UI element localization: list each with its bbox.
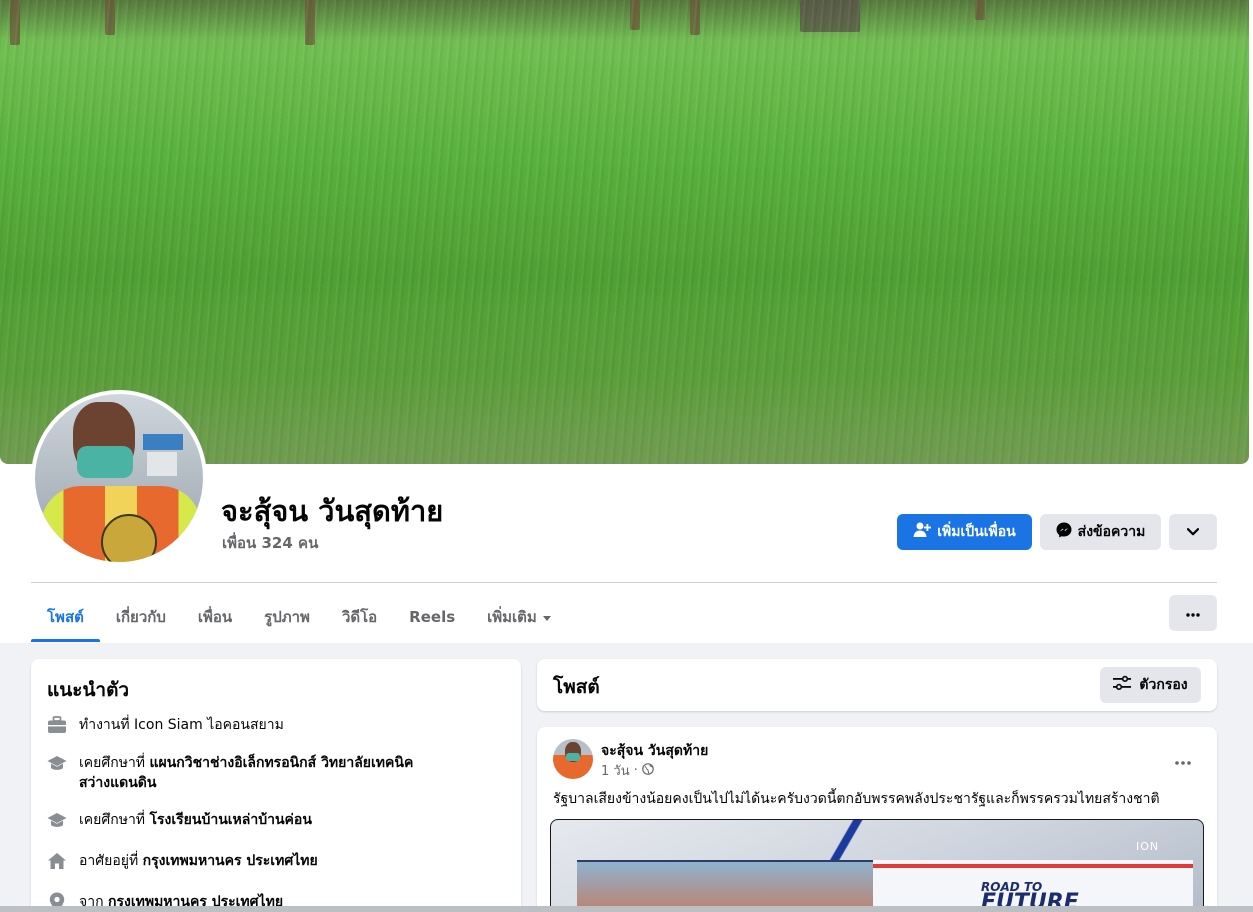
tab-posts[interactable]: โพสต์ [31, 592, 100, 642]
post-text: รัฐบาลเสียงข้างน้อยคงเป็นไปไม่ได้นะครับง… [553, 791, 1160, 807]
intro-title: แนะนำตัว [47, 679, 130, 701]
intro-item-text: ทำงานที่ Icon Siam ไอคอนสยาม [79, 715, 284, 735]
intro-value[interactable]: กรุงเทพมหานคร ประเทศไทย [143, 853, 318, 869]
intro-item-text: เคยศึกษาที่ โรงเรียนบ้านเหล่าบ้านค่อน [79, 810, 312, 830]
chevron-down-icon [1186, 524, 1200, 540]
post-author-name[interactable]: จะสุ้จน วันสุดท้าย [601, 740, 708, 762]
post-time[interactable]: 1 วัน [601, 760, 630, 781]
briefcase-icon [47, 715, 67, 735]
tab-label: Reels [409, 608, 456, 626]
ellipsis-icon [1186, 605, 1200, 621]
post-meta: 1 วัน · [601, 760, 654, 781]
add-user-icon [913, 522, 932, 542]
graduation-cap-icon [47, 810, 67, 830]
intro-item-education: เคยศึกษาที่ โรงเรียนบ้านเหล่าบ้านค่อน [47, 810, 312, 830]
post-media-image[interactable]: ROAD TO FUTURE ION [550, 819, 1204, 912]
media-building-photo [577, 860, 877, 912]
tab-about[interactable]: เกี่ยวกับ [100, 592, 182, 642]
more-options-button[interactable] [1169, 595, 1217, 631]
intro-item-work: ทำงานที่ Icon Siam ไอคอนสยาม [47, 715, 284, 735]
profile-tabs: โพสต์ เกี่ยวกับ เพื่อน รูปภาพ วิดีโอ Ree… [31, 592, 567, 642]
add-friend-label: เพิ่มเป็นเพื่อน [937, 524, 1016, 540]
friends-count[interactable]: เพื่อน 324 คน [222, 531, 318, 555]
filter-icon [1113, 675, 1132, 695]
media-logo: ION [1136, 840, 1160, 853]
profile-options-button[interactable] [1169, 514, 1217, 550]
post-author-avatar[interactable] [553, 739, 593, 779]
tab-label: โพสต์ [47, 608, 84, 626]
globe-icon[interactable] [641, 762, 654, 779]
profile-avatar-image [35, 394, 203, 562]
caret-down-icon [542, 615, 551, 621]
message-label: ส่งข้อความ [1077, 524, 1146, 540]
tab-photos[interactable]: รูปภาพ [248, 592, 326, 642]
tab-reels[interactable]: Reels [393, 592, 471, 642]
tab-label: เพิ่มเติม [487, 608, 537, 626]
graduation-cap-icon [47, 753, 67, 773]
tab-friends[interactable]: เพื่อน [182, 592, 248, 642]
intro-card: แนะนำตัว ทำงานที่ Icon Siam ไอคอนสยาม เค… [31, 659, 521, 912]
intro-item-lives-in: อาศัยอยู่ที่ กรุงเทพมหานคร ประเทศไทย [47, 851, 318, 871]
tab-label: เพื่อน [197, 608, 233, 626]
tab-videos[interactable]: วิดีโอ [326, 592, 393, 642]
intro-prefix: เคยศึกษาที่ [79, 755, 150, 771]
tab-label: รูปภาพ [264, 608, 310, 626]
meta-separator: · [633, 763, 638, 778]
intro-value[interactable]: โรงเรียนบ้านเหล่าบ้านค่อน [150, 812, 312, 828]
intro-item-education: เคยศึกษาที่ แผนกวิชาช่างอิเล็กทรอนิกส์ ว… [47, 753, 413, 793]
tab-more[interactable]: เพิ่มเติม [471, 592, 567, 642]
profile-avatar[interactable] [31, 390, 207, 566]
filter-label: ตัวกรอง [1139, 677, 1188, 693]
posts-title: โพสต์ [553, 676, 600, 698]
post-avatar-mask [566, 753, 580, 761]
message-button[interactable]: ส่งข้อความ [1040, 514, 1161, 550]
header-divider [31, 582, 1217, 583]
avatar-mask [77, 446, 133, 478]
intro-item-text: เคยศึกษาที่ แผนกวิชาช่างอิเล็กทรอนิกส์ ว… [79, 753, 413, 793]
profile-name: จะสุ้จน วันสุดท้าย [221, 494, 444, 528]
intro-value[interactable]: แผนกวิชาช่างอิเล็กทรอนิกส์ วิทยาลัยเทคนิ… [150, 755, 414, 771]
intro-value[interactable]: Icon Siam ไอคอนสยาม [134, 717, 284, 733]
intro-item-text: อาศัยอยู่ที่ กรุงเทพมหานคร ประเทศไทย [79, 851, 318, 871]
avatar-bg-object [147, 452, 177, 476]
intro-prefix: ทำงานที่ [79, 717, 135, 733]
filter-button[interactable]: ตัวกรอง [1100, 667, 1201, 703]
tab-label: เกี่ยวกับ [115, 608, 166, 626]
messenger-icon [1056, 522, 1072, 542]
horizontal-scrollbar[interactable] [0, 906, 1253, 912]
add-friend-button[interactable]: เพิ่มเป็นเพื่อน [897, 514, 1032, 550]
avatar-emblem [101, 514, 157, 562]
tab-label: วิดีโอ [341, 608, 378, 626]
cover-photo[interactable] [0, 0, 1249, 464]
avatar-bg-object [143, 434, 183, 450]
media-red-strip [873, 864, 1193, 868]
intro-value-line2[interactable]: สว่างแดนดิน [79, 775, 156, 791]
home-icon [47, 851, 67, 871]
post-options-button[interactable] [1165, 741, 1201, 777]
ellipsis-icon [1175, 750, 1191, 769]
intro-prefix: อาศัยอยู่ที่ [79, 853, 143, 869]
intro-prefix: เคยศึกษาที่ [79, 812, 150, 828]
post-card: จะสุ้จน วันสุดท้าย 1 วัน · รัฐบาลเสียงข้… [537, 727, 1217, 912]
posts-header-card: โพสต์ ตัวกรอง [537, 659, 1217, 711]
